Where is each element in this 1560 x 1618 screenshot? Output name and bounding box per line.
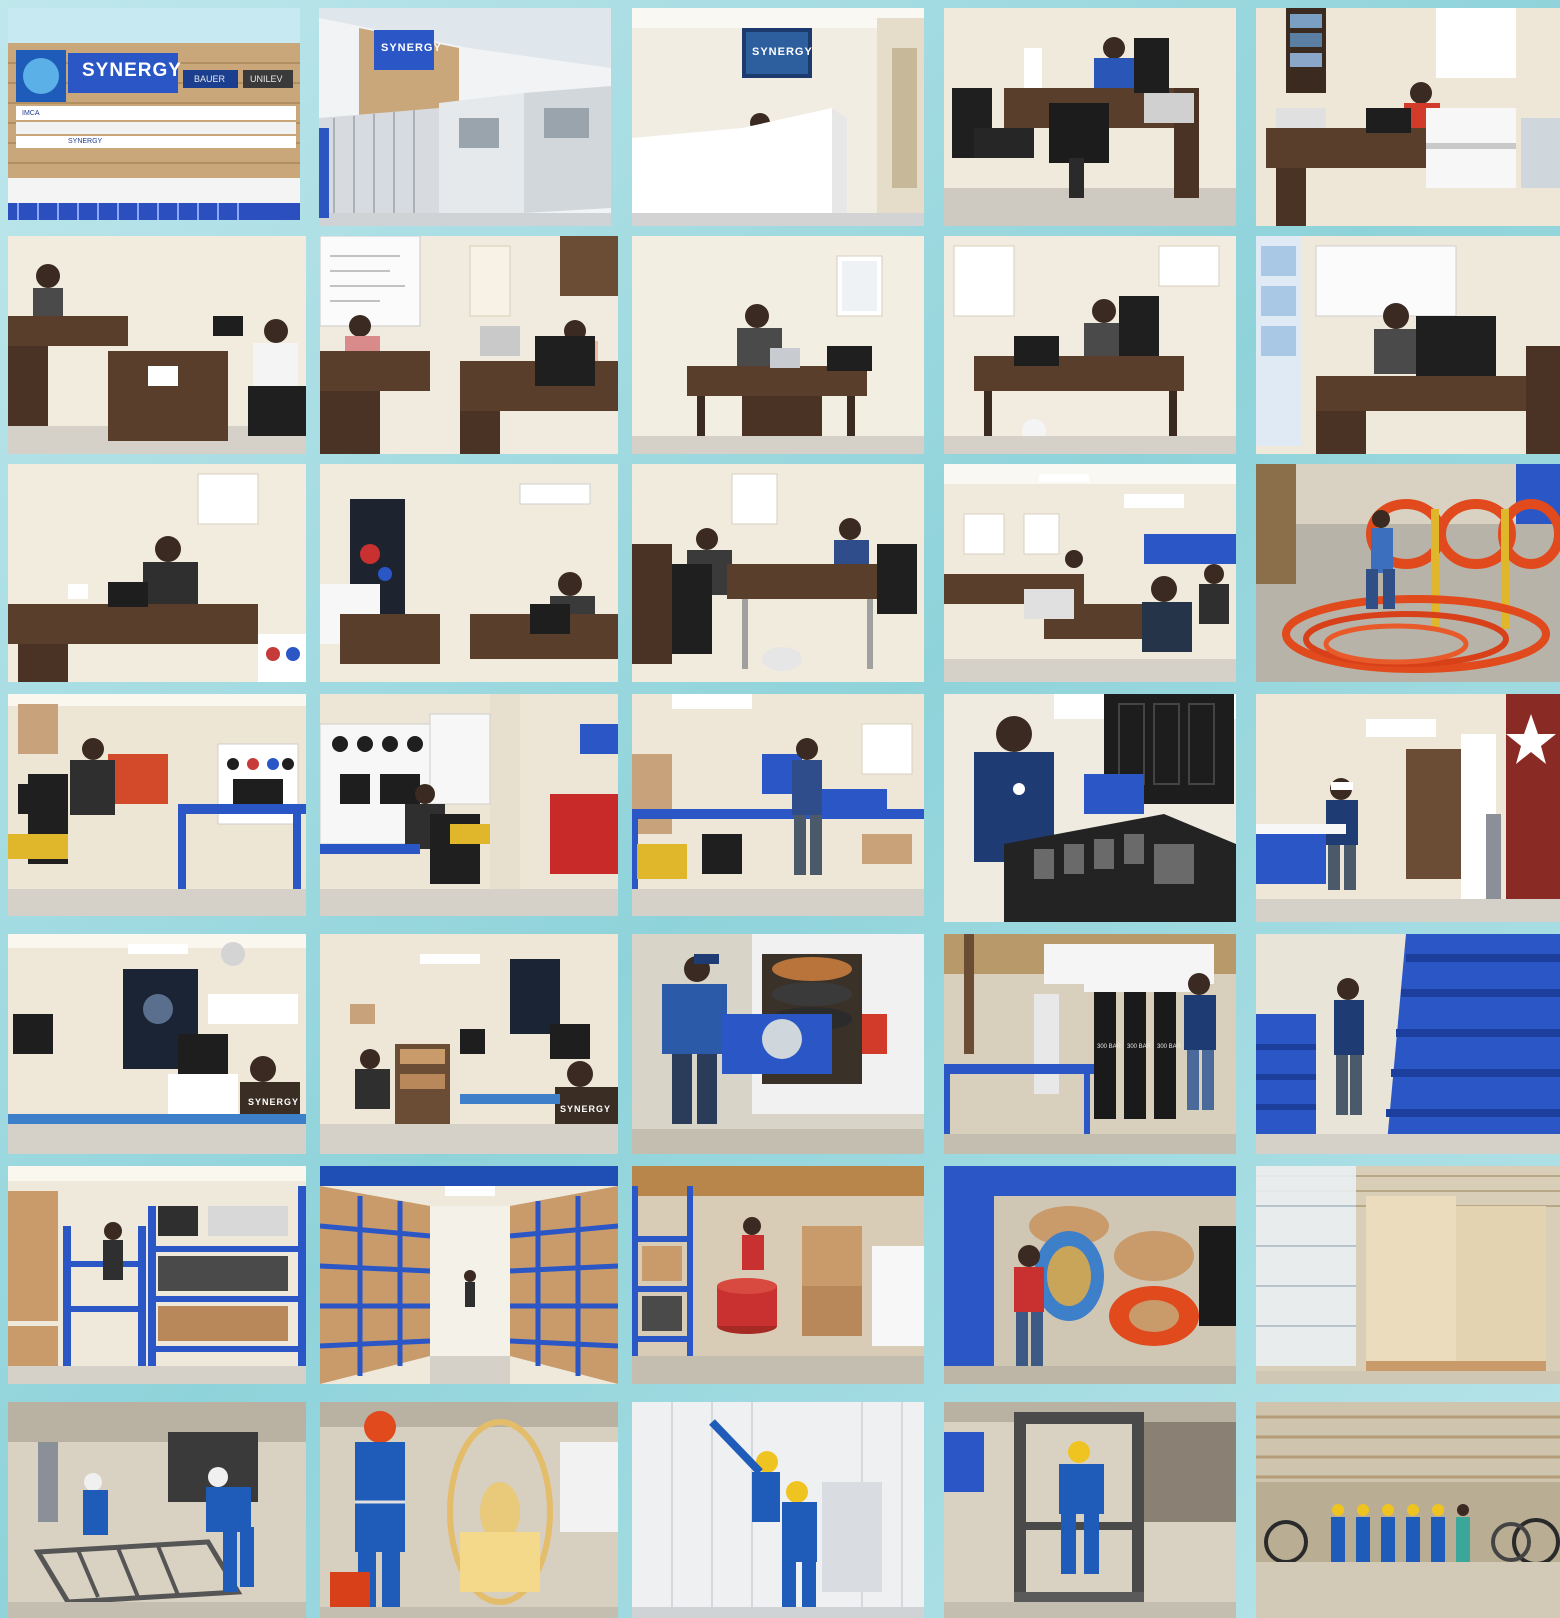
- cylinder-label-1: 300 BAR: [1097, 1044, 1122, 1050]
- photo-frame-fabrication: [944, 1402, 1236, 1618]
- cylinder-label-3: 300 BAR: [1157, 1044, 1182, 1050]
- photo-office-single-staff: [632, 236, 924, 454]
- photo-cable-reels: [944, 1166, 1236, 1384]
- cylinder-label-2: 300 BAR: [1127, 1044, 1152, 1050]
- photo-wrapped-equipment: [1256, 1166, 1560, 1384]
- photo-office-monitor: [1256, 236, 1560, 454]
- photo-office-printer: [1256, 8, 1560, 226]
- photo-red-hose-coils: [1256, 464, 1560, 682]
- photo-storefront-signage: SYNERGY BAUER UNILEV IMCA SYNERGY: [8, 8, 300, 220]
- photo-open-office: [944, 464, 1236, 682]
- storefront-banner-text: SYNERGY: [82, 60, 182, 81]
- technician-shirt-logo-1: SYNERGY: [248, 1097, 300, 1107]
- partner-sign-bauer: BAUER: [194, 74, 226, 84]
- photo-technician-tool-case: [944, 694, 1236, 922]
- photo-gas-cylinder-racks: 300 BAR 300 BAR 300 BAR: [944, 934, 1236, 1154]
- photo-server-rack-office: [320, 464, 618, 682]
- facade-panel-text: SYNERGY: [381, 42, 442, 54]
- photo-office-staff-laptop: [8, 464, 306, 682]
- reception-screen-logo: SYNERGY: [752, 46, 813, 58]
- photo-container-installation: [632, 1402, 924, 1618]
- photo-office-two-staff: [8, 236, 306, 454]
- photo-office-manager-desk: [944, 236, 1236, 454]
- photo-warehouse-drums: [632, 1166, 924, 1384]
- technician-shirt-logo-2: SYNERGY: [560, 1104, 612, 1114]
- photo-hose-reel-fabrication: [320, 1402, 618, 1618]
- photo-calibration-bench: [320, 694, 618, 916]
- photo-containers-facade: SYNERGY: [319, 8, 611, 226]
- photo-diving-workshop: SYNERGY: [8, 934, 306, 1154]
- photo-stores-corridor: [320, 1166, 618, 1384]
- photo-stores-cabinet: [1256, 694, 1560, 922]
- photo-office-team-table: [632, 464, 924, 682]
- photo-collage: SYNERGY BAUER UNILEV IMCA SYNERGY SYNERG…: [0, 0, 1560, 1618]
- mini-label-imca: IMCA: [22, 110, 40, 117]
- photo-office-desk-chairs: [944, 8, 1236, 226]
- photo-team-lineup: [1256, 1402, 1560, 1618]
- photo-parts-bin-aisle: [1256, 934, 1560, 1154]
- photo-workshop-test-panel: [8, 694, 306, 916]
- photo-van-compressor: [632, 934, 924, 1154]
- photo-warehouse-shelving: [8, 1166, 306, 1384]
- photo-reception-desk: SYNERGY: [632, 8, 924, 226]
- mini-label-synergy: SYNERGY: [68, 138, 103, 145]
- photo-equipment-room: SYNERGY: [320, 934, 618, 1154]
- photo-workshop-workbench: [632, 694, 924, 916]
- photo-office-whiteboard: [320, 236, 618, 454]
- partner-sign-unilev: UNILEV: [250, 74, 283, 84]
- photo-fabrication-welding: [8, 1402, 306, 1618]
